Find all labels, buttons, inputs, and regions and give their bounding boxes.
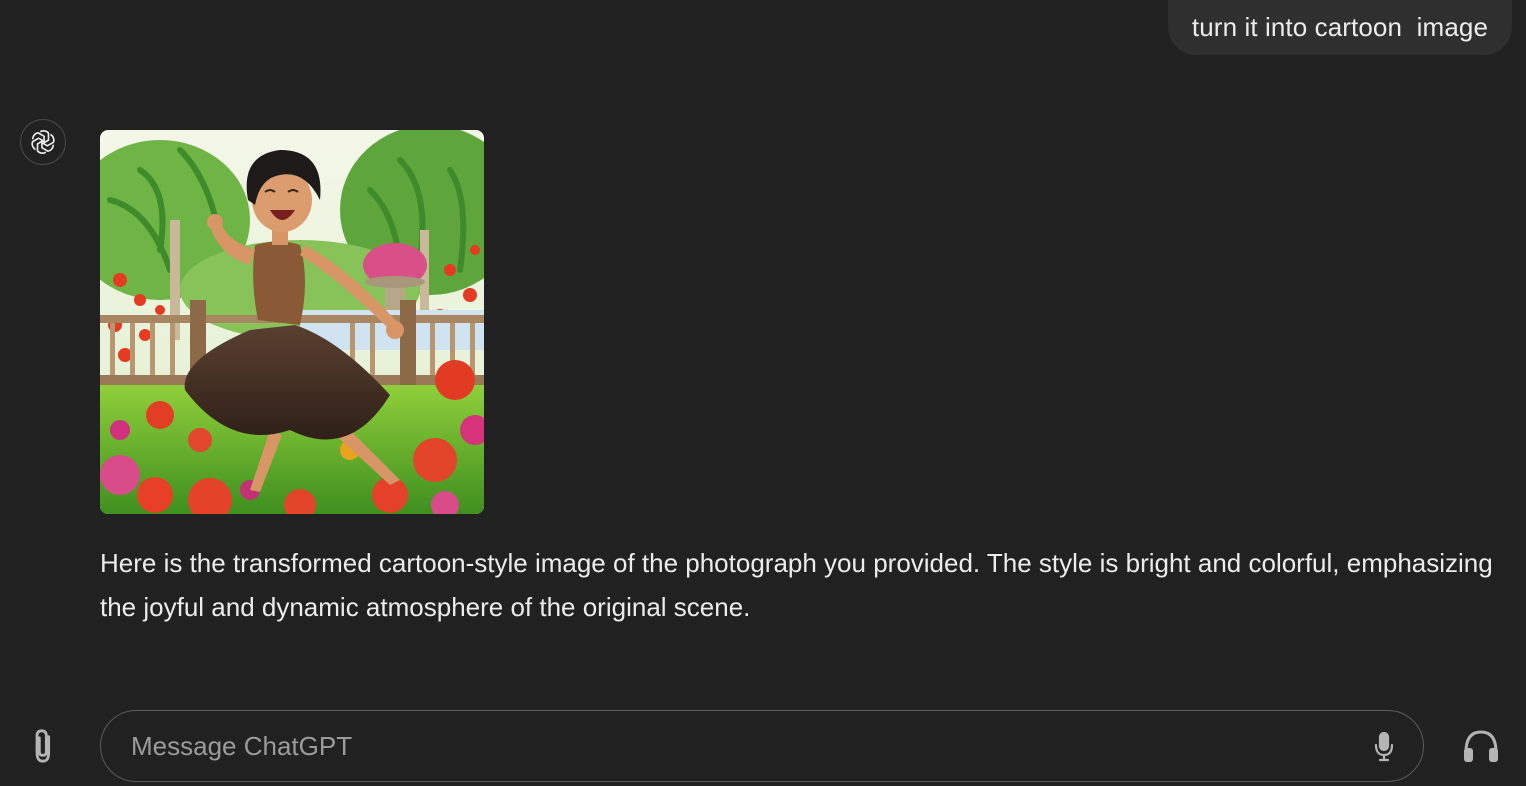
user-message-bubble: turn it into cartoon image — [1167, 0, 1512, 55]
user-message-text: turn it into cartoon image — [1191, 12, 1488, 42]
assistant-avatar — [20, 119, 66, 165]
microphone-icon — [1374, 731, 1394, 762]
dictate-button[interactable] — [1369, 730, 1399, 764]
attach-button[interactable] — [22, 723, 66, 769]
voice-mode-button[interactable] — [1458, 724, 1504, 768]
chat-page: turn it into cartoon image Here is the t… — [0, 0, 1526, 786]
paperclip-icon — [35, 729, 51, 763]
headphones-icon — [1464, 730, 1498, 762]
message-input[interactable] — [131, 711, 1331, 781]
openai-logo-icon — [31, 130, 55, 154]
assistant-response-text: Here is the transformed cartoon-style im… — [100, 548, 1493, 622]
generated-image[interactable] — [100, 130, 484, 514]
message-composer — [100, 710, 1424, 782]
